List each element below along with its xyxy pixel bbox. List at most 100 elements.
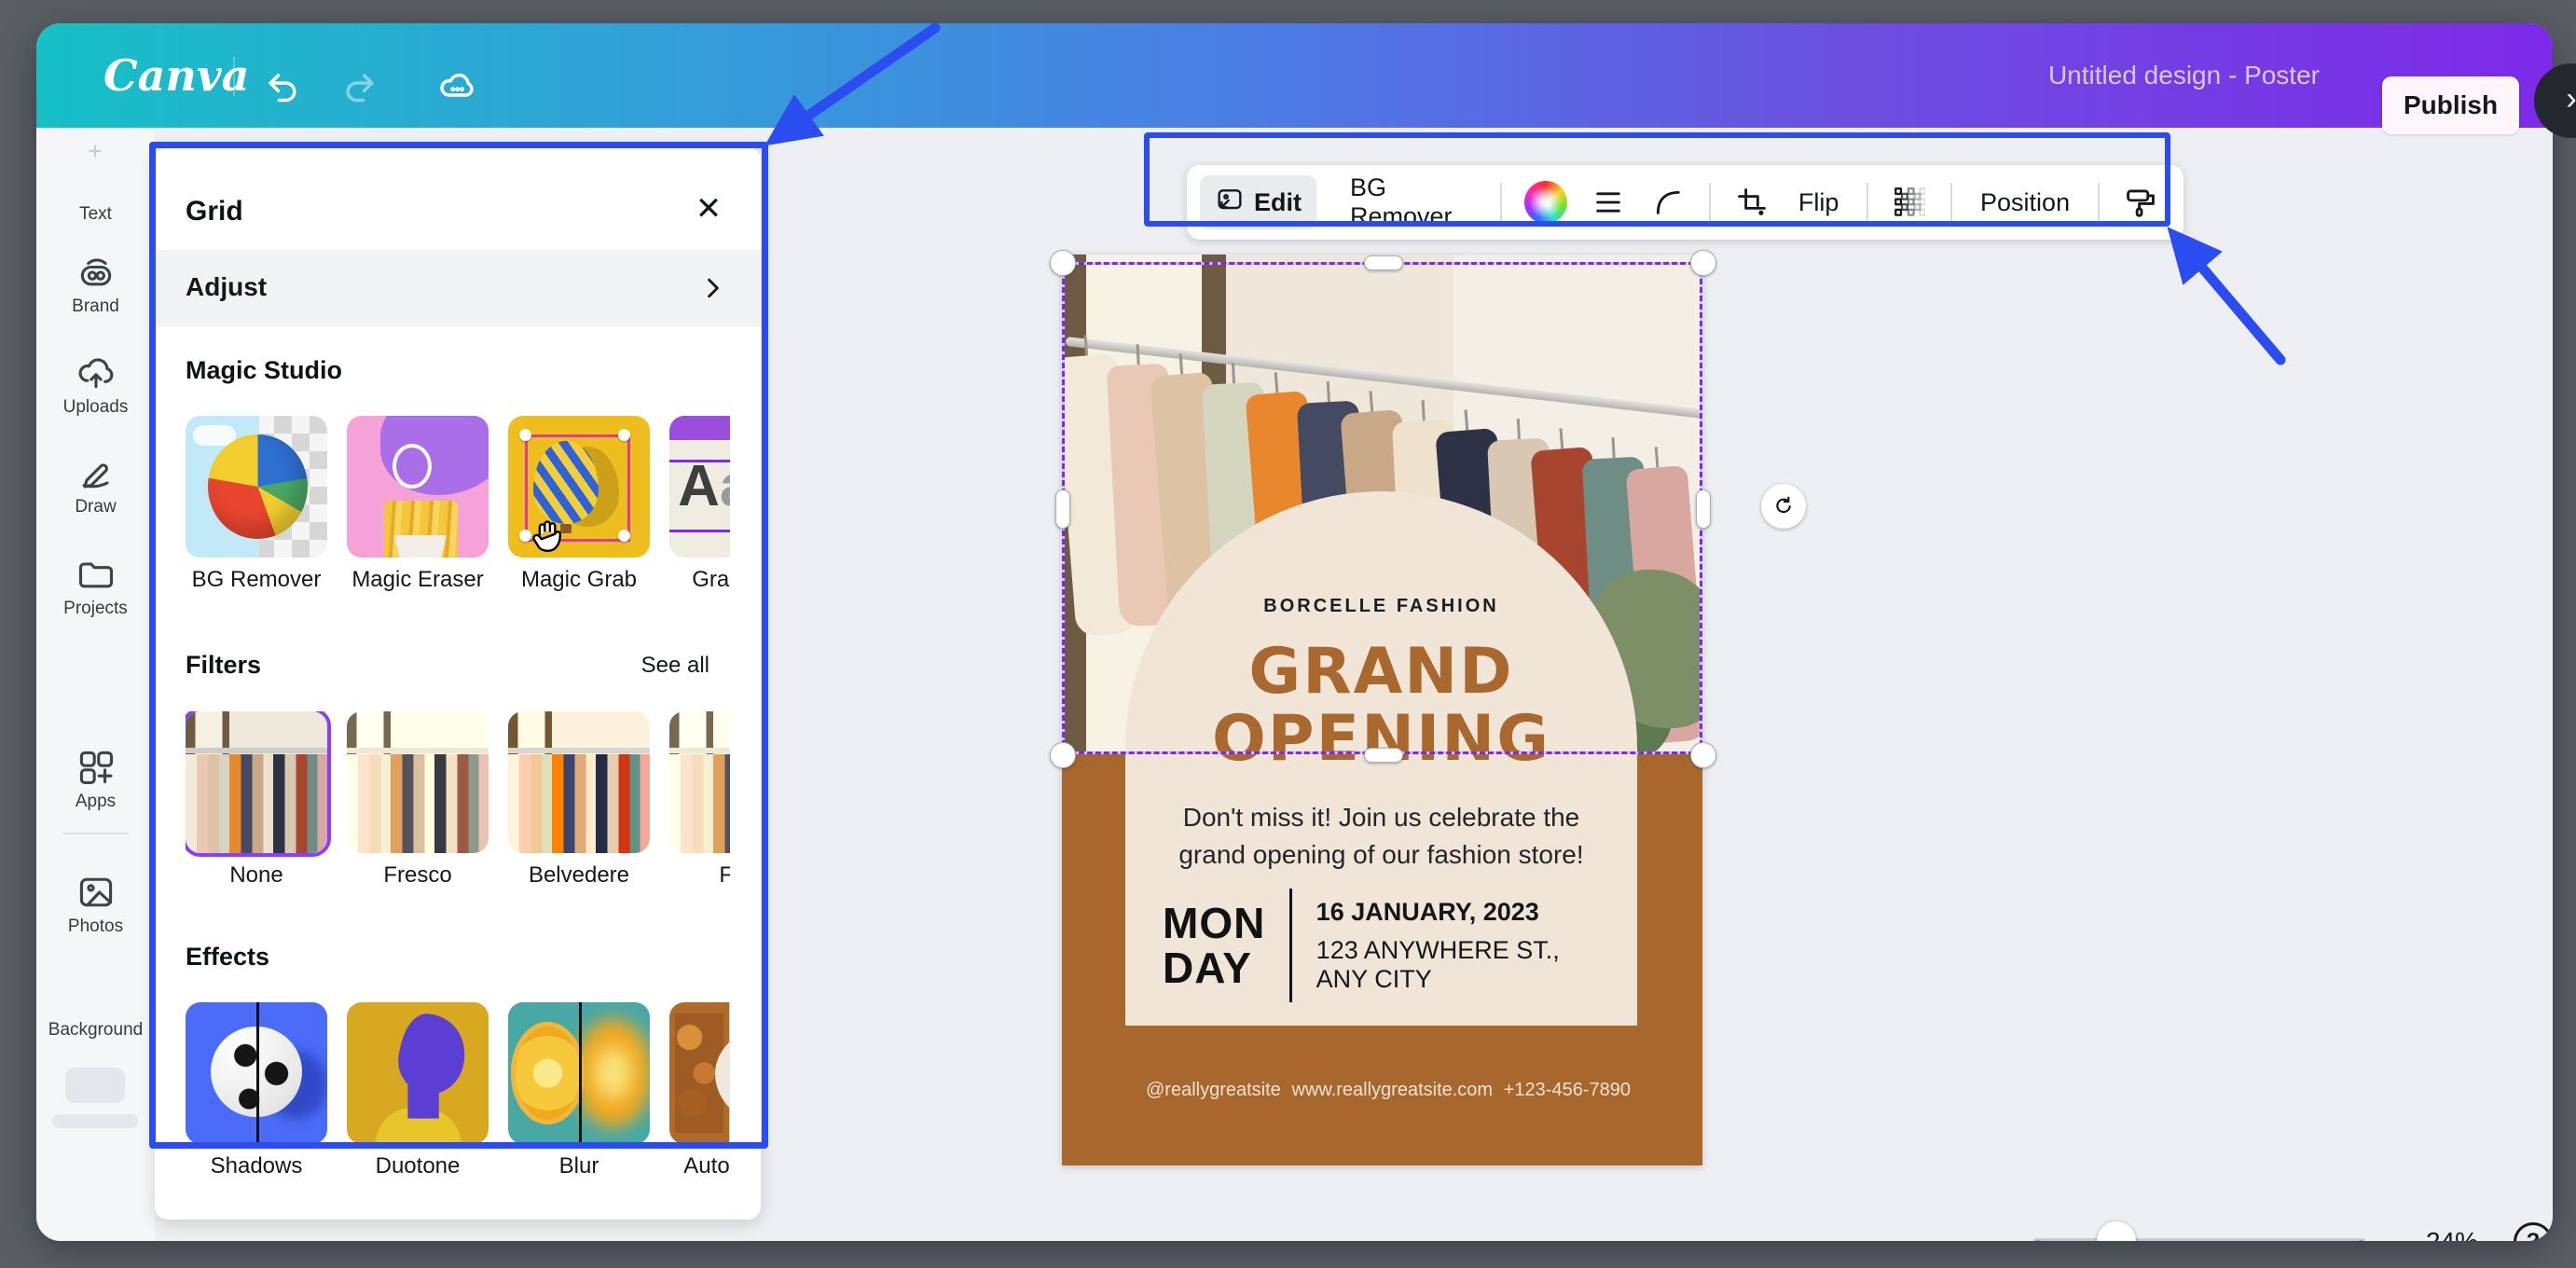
zoom-slider-track[interactable] (2033, 1238, 2365, 1241)
bg-remover-button[interactable]: BG Remover (1333, 173, 1489, 231)
selection-handle-bottom-right[interactable] (1690, 742, 1716, 768)
sidebar-item-background[interactable]: Background (36, 975, 155, 1041)
color-wheel-icon[interactable] (1524, 180, 1567, 225)
thumb-label: Magic Eraser (347, 567, 489, 593)
thumb-auto-focus[interactable]: Auto Focus (669, 1002, 730, 1179)
sidebar-item-apps[interactable]: Apps (36, 747, 155, 812)
rack-photo-thumb (347, 711, 489, 853)
thumb-magic-grab[interactable]: Magic Grab (508, 416, 650, 593)
photos-icon (76, 872, 117, 913)
sidebar-item-label: Brand (36, 296, 155, 317)
thumb-shadows[interactable]: Shadows (186, 1002, 327, 1179)
sidebar-item-projects[interactable]: Projects (36, 554, 155, 619)
sidebar-item-draw[interactable]: Draw (36, 452, 155, 517)
redo-icon[interactable] (339, 64, 380, 105)
close-icon[interactable]: ✕ (688, 188, 729, 229)
position-button[interactable]: Position (1963, 188, 2087, 217)
thumb-flint[interactable]: Flint (669, 711, 730, 889)
toolbar-divider (1867, 183, 1868, 222)
edit-button[interactable]: Edit (1200, 175, 1316, 229)
thumb-label: Fresco (347, 862, 489, 889)
rack-photo-thumb (669, 711, 730, 853)
zoom-value[interactable]: 24% (2410, 1227, 2494, 1241)
thumb-label: Magic Grab (508, 567, 650, 593)
document-title[interactable]: Untitled design - Poster (2048, 23, 2320, 128)
rotate-handle[interactable] (1761, 484, 1806, 529)
sidebar-item-brand[interactable]: Brand (36, 252, 155, 317)
cloud-save-icon[interactable] (436, 64, 477, 105)
selection-handle-bottom[interactable] (1364, 748, 1403, 763)
shadows-effect-art (186, 1002, 327, 1144)
rack-photo-thumb (186, 711, 327, 853)
grid-panel: Grid ✕ Adjust Magic StudioBG RemoverMagi… (155, 147, 761, 1220)
thumb-label: Grab Text (669, 567, 730, 593)
thumb-fresco[interactable]: Fresco (347, 711, 489, 889)
sidebar-item-label: Text (36, 204, 155, 225)
see-all-link[interactable]: See all (641, 653, 709, 679)
poster-when-block[interactable]: MONDAY 16 JANUARY, 2023 123 ANYWHERE ST.… (1163, 889, 1601, 1002)
apps-icon (76, 747, 117, 788)
section-title: Filters (186, 651, 261, 680)
zoom-track-end-dot (2359, 1240, 2363, 1241)
zoom-slider-thumb[interactable] (2097, 1221, 2136, 1241)
context-toolbar: Edit BG Remover Flip Position (1187, 165, 2183, 240)
duotone-effect-art (347, 1002, 489, 1144)
selection-handle-bottom-left[interactable] (1050, 742, 1076, 768)
help-icon[interactable]: ? (2514, 1222, 2553, 1241)
thumb-label: None (186, 862, 327, 889)
selection-handle-top-right[interactable] (1690, 250, 1716, 276)
thumb-bg-remover[interactable]: BG Remover (186, 416, 327, 593)
blur-effect-art (508, 1002, 650, 1144)
sidebar-item-uploads[interactable]: Uploads (36, 352, 155, 418)
thumb-belvedere[interactable]: Belvedere (508, 711, 650, 889)
sidebar-item-text[interactable]: Text (36, 200, 155, 225)
thumb-label: Auto Focus (669, 1153, 730, 1179)
publish-button[interactable]: Publish (2382, 76, 2519, 134)
undo-icon[interactable] (262, 64, 303, 105)
sidebar-item-photos[interactable]: Photos (36, 872, 155, 937)
selection-handle-left[interactable] (1055, 489, 1070, 529)
thumb-label: Shadows (186, 1153, 327, 1179)
poster-footer-item: @reallygreatsite (1146, 1080, 1281, 1101)
adjust-lines-icon[interactable] (1590, 180, 1627, 225)
magic-eraser-art (347, 416, 489, 558)
thumb-grab-text[interactable]: AaGrab Text (669, 416, 730, 593)
scroll-right-icon[interactable] (727, 1060, 730, 1093)
auto-focus-effect-art (669, 1002, 730, 1144)
poster-day-text: MONDAY (1163, 901, 1265, 990)
selection-handle-top[interactable] (1364, 255, 1403, 270)
poster-footer[interactable]: @reallygreatsitewww.reallygreatsite.com+… (1146, 1080, 1631, 1101)
uploads-icon (76, 352, 117, 393)
poster-body-text[interactable]: Don't miss it! Join us celebrate thegran… (1125, 799, 1637, 874)
edit-image-icon (1215, 186, 1245, 220)
curve-icon[interactable] (1649, 180, 1687, 225)
selection-handle-top-left[interactable] (1050, 250, 1076, 276)
flip-button[interactable]: Flip (1782, 188, 1856, 217)
sidebar-skeleton-bar (52, 1114, 138, 1128)
scroll-right-icon[interactable] (727, 769, 730, 802)
selection-box[interactable] (1062, 262, 1702, 754)
section-title: Magic Studio (186, 356, 342, 385)
sidebar: + Text Brand Uploads Draw Projects Apps Photos… (36, 128, 155, 1241)
toolbar-divider (1709, 183, 1711, 222)
zoom-track-start-dot (2035, 1240, 2040, 1241)
scroll-right-icon[interactable] (727, 474, 730, 506)
thumb-label: Blur (508, 1153, 650, 1179)
selection-handle-right[interactable] (1696, 489, 1711, 529)
poster-address-text: 123 ANYWHERE ST., ANY CITY (1316, 936, 1601, 994)
thumb-row: Shadows Duotone Blur Auto Focus (186, 1002, 730, 1217)
canva-logo[interactable]: Canva (103, 46, 215, 105)
thumb-magic-eraser[interactable]: Magic Eraser (347, 416, 489, 593)
crop-icon[interactable] (1733, 180, 1770, 225)
paint-roller-icon[interactable] (2122, 180, 2159, 225)
thumb-row: None Fresco Belvedere Flint (186, 711, 730, 926)
plus-icon: + (83, 139, 107, 163)
toolbar-divider (1950, 183, 1952, 222)
thumb-blur[interactable]: Blur (508, 1002, 650, 1179)
sidebar-divider (62, 833, 129, 834)
thumb-label: Flint (669, 862, 730, 889)
thumb-duotone[interactable]: Duotone (347, 1002, 489, 1179)
transparency-icon[interactable] (1891, 180, 1928, 225)
thumb-none[interactable]: None (186, 711, 327, 889)
adjust-row[interactable]: Adjust (155, 250, 761, 326)
